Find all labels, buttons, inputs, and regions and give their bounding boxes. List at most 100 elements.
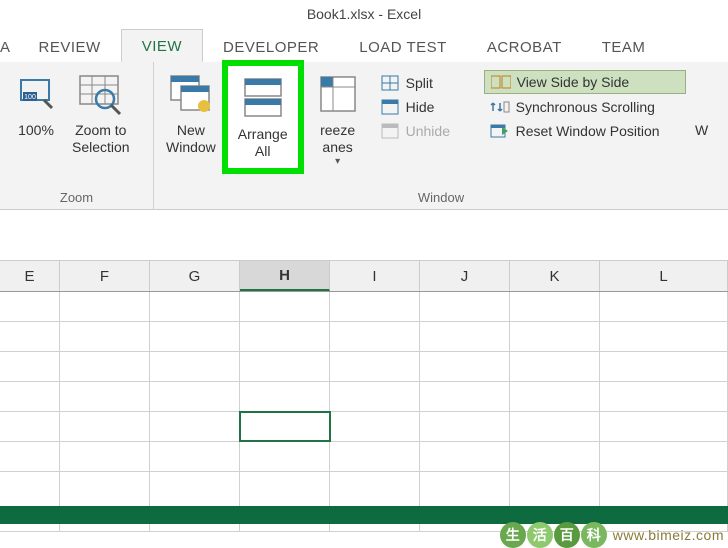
freeze-panes-button[interactable]: reeze anes ▾	[308, 66, 368, 171]
cell[interactable]	[240, 382, 330, 411]
unhide-button: Unhide	[374, 120, 472, 142]
cell[interactable]	[600, 292, 728, 321]
cell[interactable]	[420, 292, 510, 321]
cell[interactable]	[330, 442, 420, 471]
zoom-to-selection-button[interactable]: Zoom to Selection	[66, 66, 136, 160]
tab-view[interactable]: VIEW	[121, 29, 203, 62]
spreadsheet-grid[interactable]	[0, 292, 728, 532]
arrange-all-button[interactable]: Arrange All	[228, 66, 298, 168]
arrange-all-icon	[239, 74, 287, 122]
partial-right-button[interactable]: W	[692, 66, 712, 143]
cell[interactable]	[420, 382, 510, 411]
zoom-100-button[interactable]: 100 100%	[6, 66, 66, 143]
new-window-button[interactable]: New Window	[160, 66, 222, 160]
cell[interactable]	[0, 322, 60, 351]
cell[interactable]	[0, 382, 60, 411]
arrange-all-label: Arrange All	[238, 126, 288, 160]
window-title: Book1.xlsx - Excel	[307, 6, 421, 22]
col-header-k[interactable]: K	[510, 261, 600, 291]
column-headers: E F G H I J K L	[0, 260, 728, 292]
split-icon	[380, 75, 400, 91]
hide-button[interactable]: Hide	[374, 96, 472, 118]
unhide-icon	[380, 123, 400, 139]
sync-scroll-label: Synchronous Scrolling	[516, 99, 655, 115]
tab-developer[interactable]: DEVELOPER	[203, 31, 339, 62]
cell[interactable]	[60, 442, 150, 471]
cell[interactable]	[240, 292, 330, 321]
cell[interactable]	[600, 382, 728, 411]
formula-bar-area	[0, 210, 728, 260]
tab-acrobat[interactable]: ACROBAT	[467, 31, 582, 62]
cell[interactable]	[60, 352, 150, 381]
cell[interactable]	[240, 352, 330, 381]
col-header-l[interactable]: L	[600, 261, 728, 291]
cell[interactable]	[420, 322, 510, 351]
col-header-h[interactable]: H	[240, 261, 330, 291]
cell[interactable]	[0, 442, 60, 471]
zoom-selection-label: Zoom to Selection	[72, 122, 130, 156]
reset-position-icon	[490, 123, 510, 139]
cell[interactable]	[0, 292, 60, 321]
cell[interactable]	[330, 412, 420, 441]
selected-cell[interactable]	[240, 412, 330, 441]
cell[interactable]	[330, 382, 420, 411]
cell[interactable]	[150, 292, 240, 321]
cell[interactable]	[510, 412, 600, 441]
watermark: 生 活 百 科 www.bimeiz.com	[500, 522, 724, 548]
cell[interactable]	[420, 412, 510, 441]
reset-position-button[interactable]: Reset Window Position	[484, 120, 686, 142]
cell[interactable]	[60, 412, 150, 441]
split-button[interactable]: Split	[374, 72, 472, 94]
watermark-logo: 生 活 百 科	[500, 522, 607, 548]
cell[interactable]	[600, 322, 728, 351]
zoom-selection-icon	[77, 70, 125, 118]
cell[interactable]	[60, 382, 150, 411]
tab-review[interactable]: REVIEW	[19, 31, 121, 62]
cell[interactable]	[240, 442, 330, 471]
cell[interactable]	[60, 322, 150, 351]
cell[interactable]	[330, 322, 420, 351]
zoom-100-label: 100%	[18, 122, 54, 139]
reset-position-label: Reset Window Position	[516, 123, 660, 139]
cell[interactable]	[150, 382, 240, 411]
col-header-e[interactable]: E	[0, 261, 60, 291]
cell[interactable]	[420, 442, 510, 471]
cell[interactable]	[150, 442, 240, 471]
cell[interactable]	[510, 442, 600, 471]
cell[interactable]	[240, 322, 330, 351]
cell[interactable]	[510, 352, 600, 381]
cell[interactable]	[510, 322, 600, 351]
cell[interactable]	[510, 292, 600, 321]
svg-text:100: 100	[24, 94, 36, 101]
col-header-i[interactable]: I	[330, 261, 420, 291]
arrange-all-highlight: Arrange All	[222, 60, 304, 174]
col-header-j[interactable]: J	[420, 261, 510, 291]
cell[interactable]	[150, 322, 240, 351]
table-row	[0, 292, 728, 322]
cell[interactable]	[330, 352, 420, 381]
view-side-by-side-button[interactable]: View Side by Side	[484, 70, 686, 94]
tab-team[interactable]: TEAM	[582, 31, 666, 62]
cell[interactable]	[150, 352, 240, 381]
col-header-f[interactable]: F	[60, 261, 150, 291]
cell[interactable]	[150, 412, 240, 441]
cell[interactable]	[600, 442, 728, 471]
unhide-label: Unhide	[406, 123, 450, 139]
sync-scrolling-button[interactable]: Synchronous Scrolling	[484, 96, 686, 118]
tab-partial[interactable]: A	[0, 31, 19, 62]
cell[interactable]	[330, 292, 420, 321]
table-row	[0, 412, 728, 442]
sync-scroll-icon	[490, 99, 510, 115]
cell[interactable]	[0, 412, 60, 441]
window-group-label: Window	[154, 188, 728, 207]
cell[interactable]	[0, 352, 60, 381]
zoom-group-label: Zoom	[0, 188, 153, 207]
cell[interactable]	[600, 412, 728, 441]
cell[interactable]	[600, 352, 728, 381]
cell[interactable]	[420, 352, 510, 381]
col-header-g[interactable]: G	[150, 261, 240, 291]
split-label: Split	[406, 75, 433, 91]
cell[interactable]	[510, 382, 600, 411]
tab-load-test[interactable]: LOAD TEST	[339, 31, 467, 62]
cell[interactable]	[60, 292, 150, 321]
